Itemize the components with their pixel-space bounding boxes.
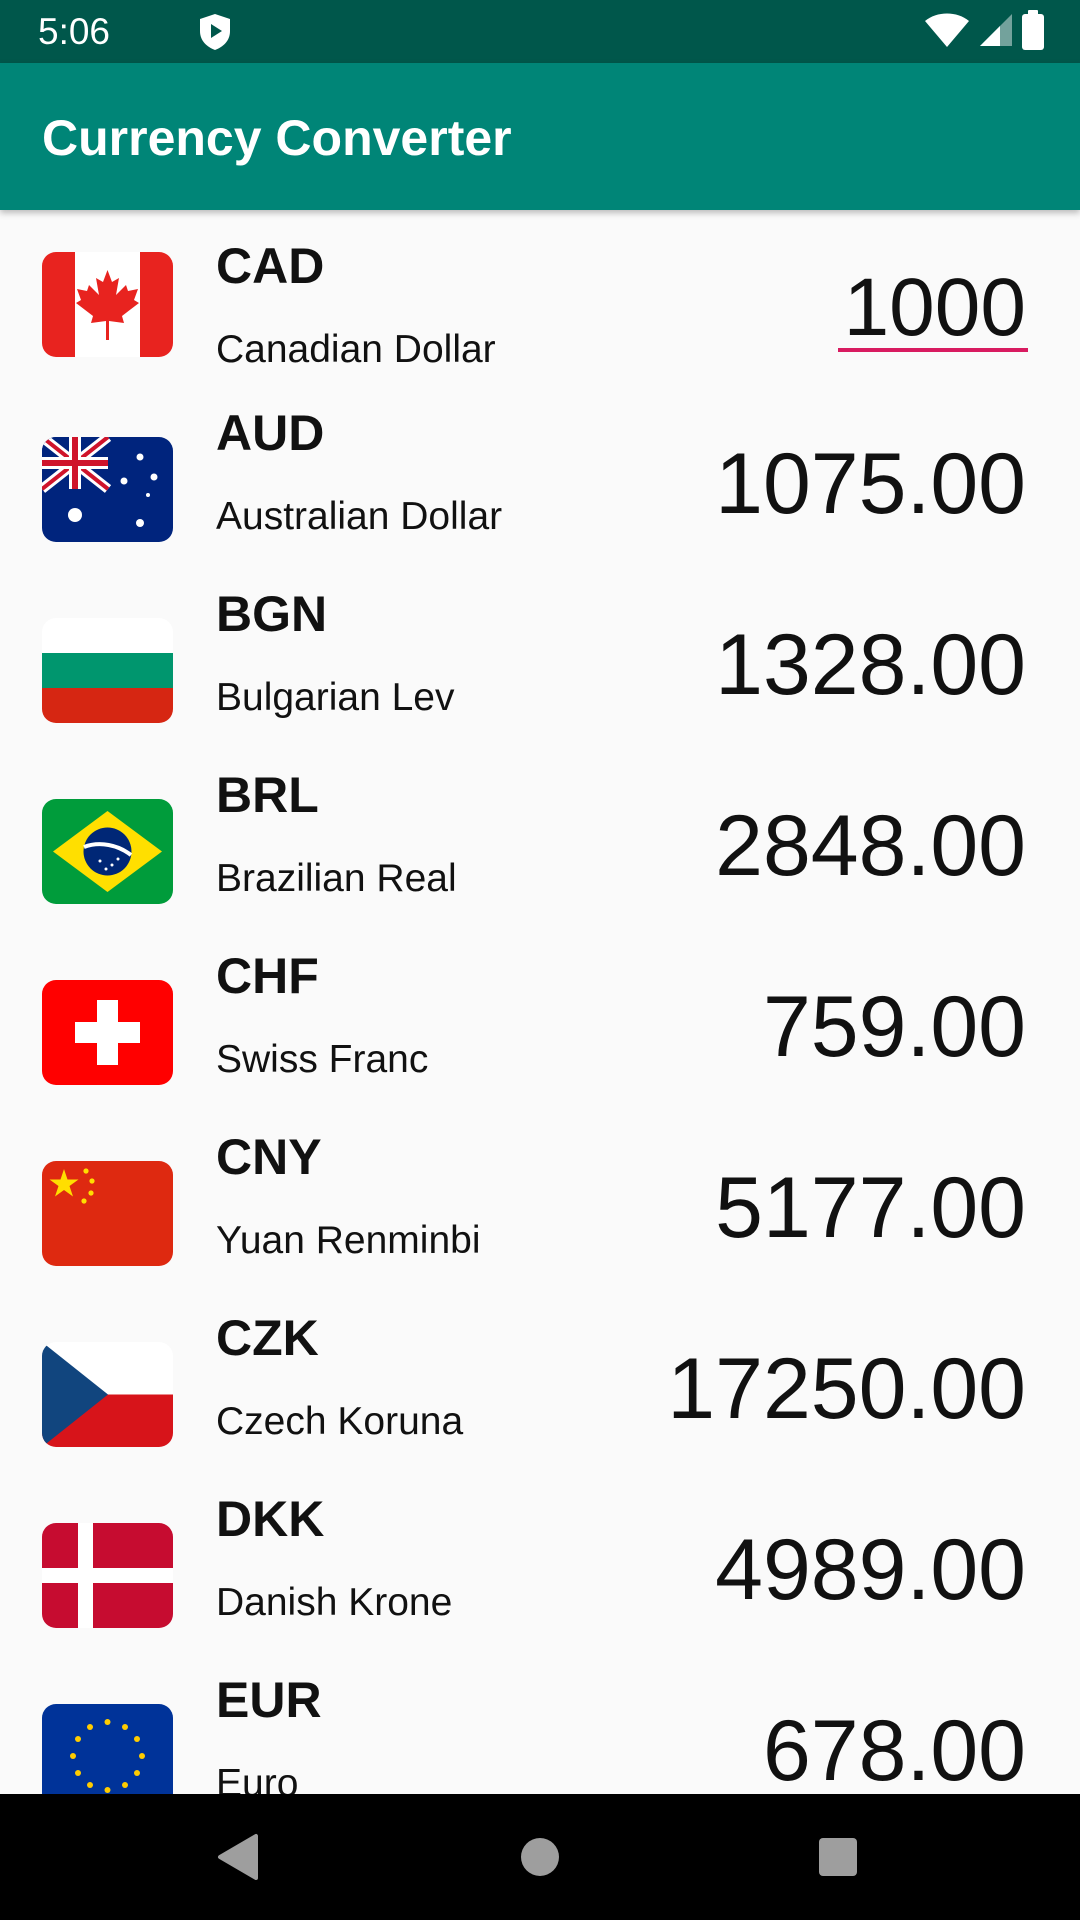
currency-name: Swiss Franc [216,1038,429,1081]
currency-code: BRL [216,767,319,823]
converted-value: 1328.00 [715,617,1026,713]
app-bar: Currency Converter [0,63,1080,210]
currency-code: AUD [216,405,325,461]
cell-signal-icon [978,12,1014,53]
czech-flag-icon [42,1342,173,1447]
australia-flag-icon [42,437,173,542]
currency-code: CHF [216,948,319,1004]
currency-row-eur[interactable]: EUR Euro 678.00 [0,1658,1080,1794]
currency-code: DKK [216,1491,325,1547]
currency-name: Danish Krone [216,1581,453,1624]
converted-value: 4989.00 [715,1522,1026,1618]
currency-name: Brazilian Real [216,857,457,900]
eu-flag-icon [42,1704,173,1794]
currency-row-czk[interactable]: CZK Czech Koruna 17250.00 [0,1296,1080,1477]
currency-code: CNY [216,1129,322,1185]
converted-value: 17250.00 [667,1341,1026,1437]
converted-value: 2848.00 [715,798,1026,894]
denmark-flag-icon [42,1523,173,1628]
currency-name: Bulgarian Lev [216,676,455,719]
currency-code: CZK [216,1310,319,1366]
app-title: Currency Converter [42,110,512,166]
wifi-icon [924,12,970,53]
converted-value: 759.00 [762,979,1026,1075]
currency-code: EUR [216,1672,322,1728]
china-flag-icon [42,1161,173,1266]
currency-row-brl[interactable]: BRL Brazilian Real 2848.00 [0,753,1080,934]
canada-flag-icon [42,252,173,357]
status-bar: 5:06 [0,0,1080,63]
converted-value: 678.00 [762,1703,1026,1794]
currency-name: Euro [216,1762,299,1794]
recents-icon[interactable] [813,1832,863,1882]
battery-icon [1022,9,1044,55]
converted-value: 1075.00 [715,436,1026,532]
currency-code: BGN [216,586,328,642]
converted-value: 5177.00 [715,1160,1026,1256]
brazil-flag-icon [42,799,173,904]
currency-row-dkk[interactable]: DKK Danish Krone 4989.00 [0,1477,1080,1658]
currency-row-aud[interactable]: AUD Australian Dollar 1075.00 [0,391,1080,572]
currency-name: Czech Koruna [216,1400,464,1443]
currency-list[interactable]: CAD Canadian Dollar AU [0,210,1080,1794]
currency-row-cad[interactable]: CAD Canadian Dollar [0,210,1080,391]
currency-row-cny[interactable]: CNY Yuan Renminbi 5177.00 [0,1115,1080,1296]
currency-code: CAD [216,238,325,294]
status-time: 5:06 [38,11,111,52]
currency-row-chf[interactable]: CHF Swiss Franc 759.00 [0,934,1080,1115]
currency-name: Canadian Dollar [216,328,496,371]
amount-input[interactable] [826,260,1026,356]
back-icon[interactable] [214,1832,264,1882]
amount-input-underline [838,348,1028,352]
bulgaria-flag-icon [42,618,173,723]
currency-name: Yuan Renminbi [216,1219,481,1262]
status-icons [924,9,1044,55]
switzerland-flag-icon [42,980,173,1085]
home-icon[interactable] [515,1832,565,1882]
navigation-bar [0,1794,1080,1920]
currency-row-bgn[interactable]: BGN Bulgarian Lev 1328.00 [0,572,1080,753]
shield-icon [198,13,232,51]
currency-name: Australian Dollar [216,495,503,538]
